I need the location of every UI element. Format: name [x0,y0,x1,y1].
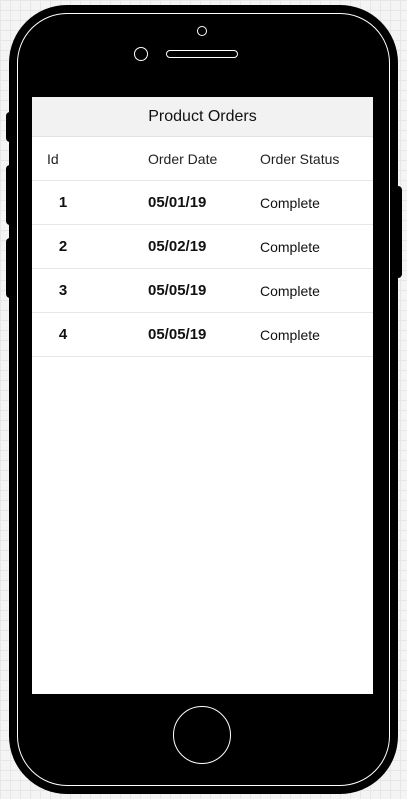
order-status: Complete [260,326,320,343]
order-status: Complete [260,194,320,211]
order-id: 4 [58,326,68,343]
column-header-order-status[interactable]: Order Status [260,137,339,180]
order-date: 05/05/19 [148,282,207,299]
order-id: 2 [58,238,68,255]
navigation-bar: Product Orders [32,97,373,137]
home-button[interactable] [173,706,231,764]
order-status: Complete [260,238,320,255]
table-row[interactable]: 4 05/05/19 Complete [32,313,373,357]
order-status: Complete [260,282,320,299]
phone-frame: Product Orders Id Order Date Order Statu… [9,5,398,794]
proximity-sensor [197,26,207,36]
column-header-id[interactable]: Id [47,137,59,180]
table-header-row: Id Order Date Order Status [32,137,373,181]
order-date: 05/05/19 [148,326,207,343]
phone-screen: Product Orders Id Order Date Order Statu… [32,97,373,694]
table-row[interactable]: 2 05/02/19 Complete [32,225,373,269]
page-title: Product Orders [148,107,257,125]
order-id: 3 [58,282,68,299]
earpiece-speaker [166,50,238,58]
table-row[interactable]: 3 05/05/19 Complete [32,269,373,313]
order-id: 1 [58,194,68,211]
front-camera [134,47,148,61]
order-date: 05/01/19 [148,194,207,211]
order-date: 05/02/19 [148,238,207,255]
table-row[interactable]: 1 05/01/19 Complete [32,181,373,225]
column-header-order-date[interactable]: Order Date [148,137,217,180]
